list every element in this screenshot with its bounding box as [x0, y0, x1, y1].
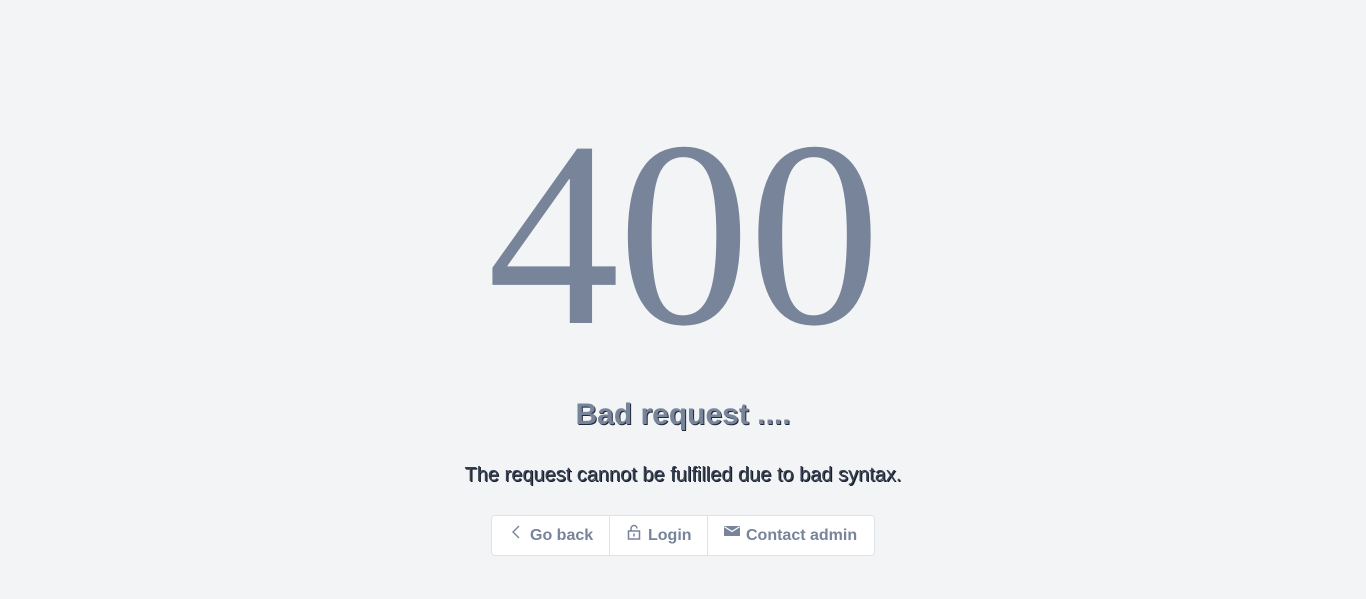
error-message: The request cannot be fulfilled due to b…: [464, 464, 902, 486]
error-page: 400 Bad request .... The request cannot …: [0, 0, 1366, 599]
go-back-button[interactable]: Go back: [492, 516, 610, 555]
chevron-left-icon: [508, 524, 524, 540]
go-back-label: Go back: [530, 526, 594, 544]
error-code: 400: [487, 88, 881, 381]
error-title: Bad request ....: [575, 398, 791, 431]
contact-admin-label: Contact admin: [746, 526, 858, 544]
login-label: Login: [648, 526, 692, 544]
mail-icon: [724, 524, 740, 540]
login-button[interactable]: Login: [610, 516, 708, 555]
contact-admin-button[interactable]: Contact admin: [708, 516, 874, 555]
lock-icon: [626, 524, 642, 540]
action-button-group: Go back Login Contact admin: [491, 515, 875, 556]
